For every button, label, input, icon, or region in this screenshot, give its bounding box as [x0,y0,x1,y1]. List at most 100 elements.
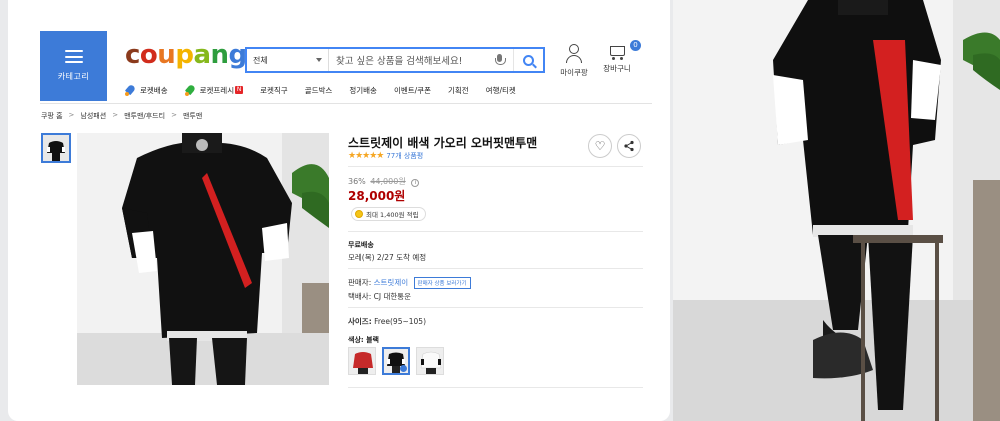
rocket-green-icon [184,84,197,96]
new-badge: N [235,86,244,94]
subnav-item-rocket-direct[interactable]: 로켓직구 [260,84,288,96]
delivery-estimate: 모레(목) 2/27 도착 예정 [348,253,427,262]
subnav-item-travel[interactable]: 여행/티켓 [486,84,516,96]
breadcrumb-separator: > [112,111,119,119]
courier-info: 택배사: CJ 대한통운 [348,292,412,301]
info-divider [348,231,643,232]
product-thumbnail[interactable] [41,133,71,163]
share-icon [624,140,634,152]
subnav-item-promotions[interactable]: 기획전 [448,84,469,96]
discount-rate: 36% [348,177,366,186]
product-detail-image [673,0,1000,421]
subnav-item-subscription[interactable]: 정기배송 [349,84,377,96]
info-divider [348,307,643,308]
subnav-label: 기획전 [447,85,469,95]
color-option-white[interactable] [416,347,444,375]
product-photo-sweatshirt [77,133,329,385]
logo-letter: o [139,40,158,70]
subnav-label: 이벤트/쿠폰 [393,85,431,95]
detail-photo-model [673,0,1000,421]
subnav-label: 여행/티켓 [485,85,516,95]
size-label: 사이즈: [348,317,372,326]
breadcrumb-item[interactable]: 쿠팡 홈 [41,111,63,121]
logo-letter: u [157,40,176,70]
rocket-blue-icon [125,84,137,96]
subnav-label: 정기배송 [349,85,377,95]
star-rating-icon: ★★★★★ [348,151,384,161]
info-divider [348,268,643,269]
subnav-label: 로켓배송 [140,85,168,95]
subnav-label: 골드박스 [304,85,333,95]
info-icon[interactable]: i [411,179,420,187]
breadcrumb-item[interactable]: 남성패션 [80,111,106,121]
my-coupang-label: 마이쿠팡 [560,68,588,77]
logo-letter: p [175,40,194,70]
cart-label: 장바구니 [603,64,631,73]
color-option-red[interactable] [348,347,376,375]
logo-letter: g [228,40,248,70]
review-count-link[interactable]: 77개 상품평 [386,151,423,161]
info-divider [348,166,643,167]
color-option-image [417,348,443,374]
microphone-icon[interactable] [493,53,507,67]
chevron-down-icon [316,58,322,62]
color-option-black[interactable] [382,347,410,375]
cart-button[interactable]: 0 장바구니 [600,40,641,74]
breadcrumb: 쿠팡 홈 > 남성패션 > 맨투맨/후드티 > 맨투맨 [41,111,202,121]
breadcrumb-item[interactable]: 맨투맨/후드티 [124,111,165,121]
breadcrumb-separator: > [171,111,177,119]
logo-letter: a [193,40,211,70]
seller-products-button[interactable]: 판매자 상품 보러가기 [413,277,471,289]
category-label: 카테고리 [57,72,90,81]
product-main-image[interactable] [77,133,329,385]
category-menu-button[interactable]: 카테고리 [40,31,107,101]
user-icon [569,44,579,54]
search-icon [523,54,534,66]
my-coupang-button[interactable]: 마이쿠팡 [558,44,590,78]
original-price: 44,000원 [370,177,406,186]
search-input[interactable]: 찾고 싶은 상품을 검색해보세요! [329,53,493,67]
subnav-item-rocket-delivery[interactable]: 로켓배송 [125,84,168,96]
user-icon-body [566,55,582,63]
info-divider [348,387,643,388]
reward-badge: 최대 1,400원 적립 [351,207,426,221]
breadcrumb-separator: > [68,111,75,119]
logo-letter: c [125,40,140,70]
subnav-item-events[interactable]: 이벤트/쿠폰 [394,84,431,96]
subnav-label: 로켓프레시 [199,85,235,95]
search-bar: 전체 찾고 싶은 상품을 검색해보세요! [245,47,545,73]
subnav-label: 로켓직구 [260,85,288,95]
search-category-select[interactable]: 전체 [247,49,329,71]
coupang-logo[interactable]: coupang [125,40,247,70]
color-options [348,347,450,375]
breadcrumb-item[interactable]: 맨투맨 [183,111,202,121]
seller-label: 판매자: [348,278,372,287]
cart-count-badge: 0 [630,40,641,51]
original-price-row: 36% 44,000원 i [348,176,420,187]
coin-icon [355,210,363,218]
header-divider [40,103,652,104]
cart-icon: 0 [608,40,641,60]
screenshot-frame: 카테고리 coupang 전체 찾고 싶은 상품을 검색해보세요! 마이쿠팡 0… [0,0,1000,421]
wishlist-button[interactable]: ♡ [588,134,612,158]
reward-text: 최대 1,400원 적립 [366,211,419,219]
search-category-value: 전체 [253,55,268,65]
share-button[interactable] [617,134,641,158]
sale-price: 28,000원 [348,189,406,203]
selected-check-icon [400,365,407,372]
hamburger-icon [64,50,83,63]
product-page-card: 카테고리 coupang 전체 찾고 싶은 상품을 검색해보세요! 마이쿠팡 0… [8,0,670,421]
color-label: 색상: 블랙 [348,336,379,344]
subnav-item-goldbox[interactable]: 골드박스 [305,84,333,96]
logo-letter: n [210,40,229,70]
thumbnail-image [43,135,69,161]
size-value: Free(95~105) [374,317,427,326]
color-option-image [349,348,375,374]
size-row: 사이즈: Free(95~105) [348,316,426,327]
heart-icon: ♡ [594,139,606,153]
seller-name-link[interactable]: 스트릿제이 [374,278,409,287]
sub-navigation: 로켓배송 로켓프레시 N 로켓직구 골드박스 정기배송 이벤트/쿠폰 기획전 여… [125,84,533,96]
search-button[interactable] [513,49,543,71]
product-title: 스트릿제이 배색 가오리 오버핏맨투맨 [348,136,538,150]
subnav-item-rocket-fresh[interactable]: 로켓프레시 N [184,84,244,96]
